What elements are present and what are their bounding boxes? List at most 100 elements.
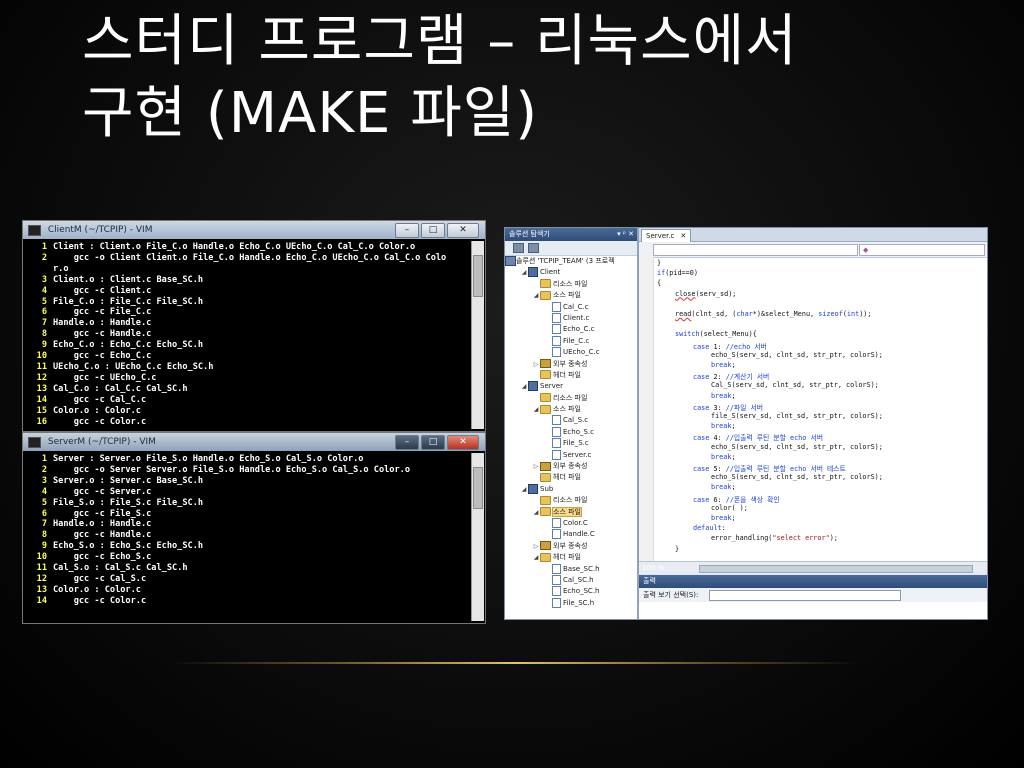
code-token: //입출력 루틴 분할 echo 서버 테스트 (725, 465, 846, 473)
tree-item[interactable]: ▷ 외부 종속성 (505, 541, 637, 552)
properties-icon[interactable] (513, 243, 524, 253)
tree-item[interactable]: Handle.C (505, 529, 637, 540)
expand-arrow-icon[interactable]: ◢ (532, 404, 540, 415)
code-token: (pid==0) (665, 269, 698, 278)
tree-item[interactable]: ▷ 외부 종속성 (505, 461, 637, 472)
minimize-button[interactable]: – (395, 223, 419, 238)
close-button[interactable]: ✕ (447, 223, 479, 238)
expand-arrow-icon[interactable]: ◢ (532, 290, 540, 301)
vim-line: 15 Color.o : Color.c (27, 406, 485, 417)
tree-item[interactable]: Cal_C.c (505, 301, 637, 313)
tree-item[interactable]: ◢ Sub (505, 483, 637, 495)
scroll-thumb[interactable] (473, 255, 483, 297)
tree-item[interactable]: Server.c (505, 449, 637, 461)
close-button[interactable]: ✕ (447, 435, 479, 450)
tree-item[interactable]: ◢ 소스 파일 (505, 290, 637, 301)
tree-item[interactable]: ◢ 소스 파일 (505, 404, 637, 415)
maximize-button[interactable]: □ (421, 435, 445, 450)
vim-client-titlebar[interactable]: ClientM (~/TCPIP) - VIM – □ ✕ (23, 221, 485, 239)
tree-item[interactable]: 리소스 파일 (505, 393, 637, 404)
tree-item[interactable]: 솔루션 'TCPIP_TEAM' (3 프로젝 (505, 256, 637, 267)
tree-item[interactable]: Base_SC.h (505, 563, 637, 575)
line-number: 7 (41, 318, 47, 329)
tree-item[interactable]: File_S.c (505, 438, 637, 449)
tree-item[interactable]: Echo_SC.h (505, 586, 637, 597)
minimize-button[interactable]: – (395, 435, 419, 450)
code-token: ); (829, 534, 838, 543)
close-tab-icon[interactable]: ✕ (680, 232, 686, 240)
code-line: case 1: //echo 서버 (657, 341, 767, 351)
tree-item[interactable]: Echo_S.c (505, 426, 637, 438)
code-line: case 5: //입출력 루틴 분할 echo 서버 테스트 (657, 463, 846, 473)
file-icon (552, 312, 561, 323)
expand-arrow-icon[interactable]: ◢ (520, 484, 528, 495)
code-token: char (736, 310, 753, 318)
tree-item[interactable]: ◢ 헤더 파일 (505, 552, 637, 563)
expand-arrow-icon[interactable]: ▷ (532, 541, 540, 552)
expand-arrow-icon[interactable]: ◢ (520, 381, 528, 392)
expand-arrow-icon[interactable]: ▷ (532, 461, 540, 472)
vim-window-server[interactable]: ServerM (~/TCPIP) - VIM – □ ✕ 1 Server : … (22, 432, 486, 624)
vim-client-editor[interactable]: 1 Client : Client.o File_C.o Handle.o Ech… (23, 239, 485, 431)
line-text: gcc -c File_C.c (53, 307, 152, 318)
expand-arrow-icon[interactable]: ▷ (532, 359, 540, 370)
editor-horizontal-scrollbar[interactable]: 100 % (639, 561, 987, 574)
expand-arrow-icon[interactable]: ◢ (532, 507, 540, 518)
line-text: Color.o : Color.c (53, 405, 141, 416)
maximize-button[interactable]: □ (421, 223, 445, 238)
tree-item[interactable]: 리소스 파일 (505, 495, 637, 506)
line-text: gcc -c Server.c (53, 486, 152, 497)
code-area[interactable]: } if(pid==0){close(serv_sd); read(clnt_sd,… (639, 257, 987, 562)
tree-item[interactable]: UEcho_C.c (505, 347, 637, 358)
vim-server-scrollbar[interactable] (471, 453, 484, 621)
terminal-icon (28, 224, 41, 236)
code-token: break (711, 422, 732, 431)
tree-item[interactable]: Client.c (505, 312, 637, 324)
function-dropdown[interactable]: ◆ main(int argc, char * argv[]) (859, 244, 985, 256)
tree-item[interactable]: Cal_S.c (505, 415, 637, 426)
tree-item[interactable]: ▷ 외부 종속성 (505, 359, 637, 370)
code-token: 4: (709, 434, 726, 443)
vim-client-scrollbar[interactable] (471, 241, 484, 429)
code-token: ; (731, 452, 736, 461)
vim-server-titlebar[interactable]: ServerM (~/TCPIP) - VIM – □ ✕ (23, 433, 485, 451)
vim-line: 3 Server.o : Server.c Base_SC.h (27, 476, 485, 487)
tree-item[interactable]: Color.C (505, 517, 637, 529)
slide-title: 스터디 프로그램 – 리눅스에서 구현 (MAKE 파일) (82, 6, 982, 150)
vim-server-editor[interactable]: 1 Server : Server.o File_S.o Handle.o Ech… (23, 451, 485, 623)
code-line: break; (657, 453, 736, 461)
scroll-thumb[interactable] (473, 467, 483, 509)
tree-item-label: 소스 파일 (553, 291, 581, 300)
scroll-thumb[interactable] (699, 565, 973, 573)
tree-item[interactable]: ◢ Client (505, 267, 637, 278)
tab-server-c[interactable]: Server.c ✕ (641, 229, 692, 242)
vim-window-client[interactable]: ClientM (~/TCPIP) - VIM – □ ✕ 1 Client : … (22, 220, 486, 432)
code-token: file_S(serv_sd, clnt_sd, str_ptr, colorS… (711, 412, 883, 420)
zoom-level[interactable]: 100 % (642, 562, 664, 574)
panel-pin-close-icon[interactable]: ▾ ᵖ ✕ (617, 228, 634, 241)
line-number: 6 (41, 307, 47, 318)
output-source-select[interactable] (709, 590, 901, 601)
expand-arrow-icon[interactable]: ◢ (520, 267, 528, 278)
expand-arrow-icon[interactable]: ◢ (532, 552, 540, 563)
ext-icon (540, 359, 551, 369)
output-body[interactable] (639, 602, 987, 619)
tree-item[interactable]: 헤더 파일 (505, 370, 637, 381)
tree-item[interactable]: 리소스 파일 (505, 279, 637, 290)
line-text: File_S.o : File_S.c File_SC.h (53, 497, 204, 508)
function-value: main(int argc, char * argv[]) (870, 246, 970, 254)
code-line: echo_S(serv_sd, clnt_sd, str_ptr, colorS… (657, 443, 883, 451)
tree-item[interactable]: File_SC.h (505, 597, 637, 609)
line-text: Echo_C.o : Echo_C.c Echo_SC.h (53, 340, 204, 351)
show-all-files-icon[interactable] (528, 243, 539, 253)
tree-item[interactable]: 헤더 파일 (505, 472, 637, 483)
tree-item[interactable]: File_C.c (505, 335, 637, 347)
tree-item[interactable]: Echo_C.c (505, 324, 637, 335)
slide-title-line1: 스터디 프로그램 – 리눅스에서 (82, 9, 798, 74)
tree-item[interactable]: ◢ Server (505, 381, 637, 392)
line-number: 4 (41, 486, 47, 497)
scope-dropdown[interactable]: (전역 범위) ▾ (653, 244, 858, 256)
tree-item[interactable]: ◢ 소스 파일 (505, 506, 637, 518)
tree-item[interactable]: Cal_SC.h (505, 574, 637, 586)
code-token: Cal_S(serv_sd, clnt_sd, str_ptr, colorS)… (711, 381, 879, 390)
